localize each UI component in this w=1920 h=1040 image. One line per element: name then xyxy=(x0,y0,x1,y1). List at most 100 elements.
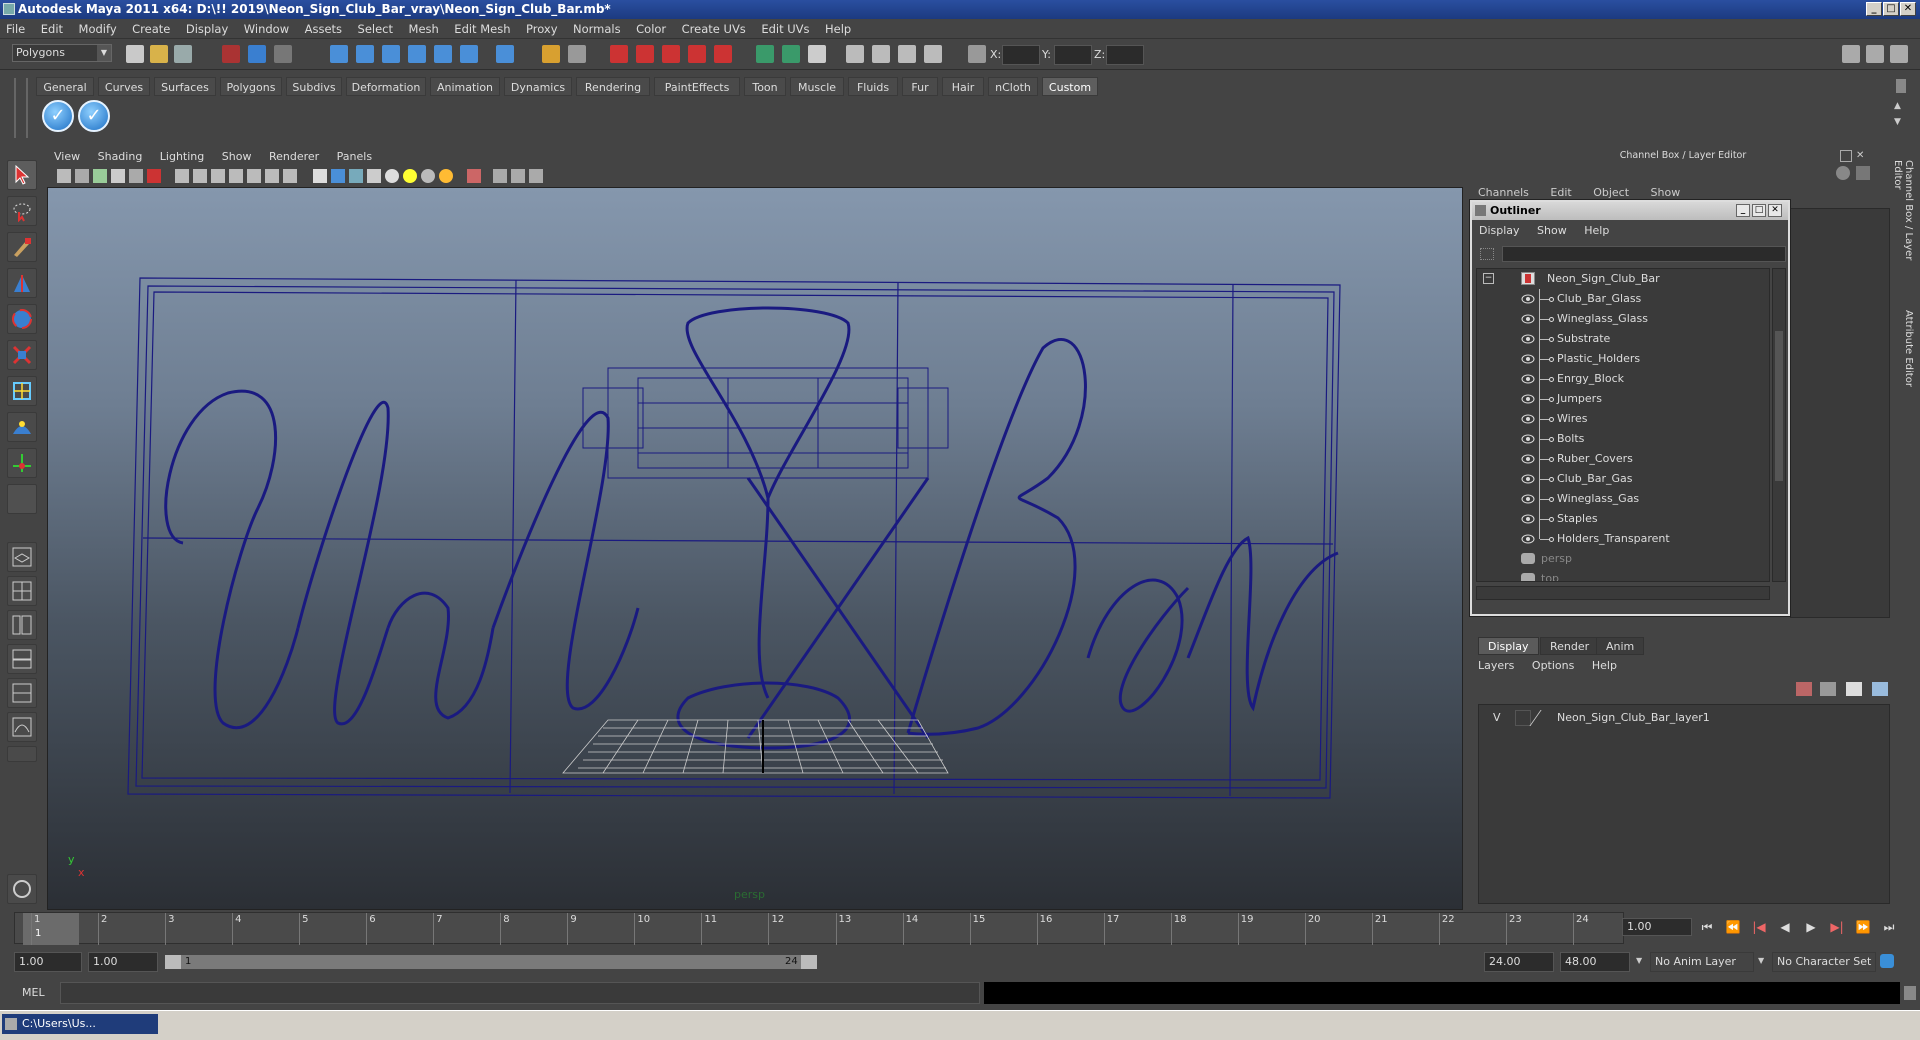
layer-tab-display[interactable]: Display xyxy=(1478,637,1539,655)
render-view-icon[interactable] xyxy=(756,45,774,63)
select-hierarchy-icon[interactable] xyxy=(222,45,240,63)
menu-select[interactable]: Select xyxy=(352,19,399,39)
grease-pencil-icon[interactable] xyxy=(147,169,161,183)
rotate-tool[interactable] xyxy=(7,304,37,334)
camera-attributes-icon[interactable] xyxy=(75,169,89,183)
select-tool[interactable] xyxy=(7,160,37,190)
outliner-item-child[interactable]: Wineglass_Gas xyxy=(1477,489,1769,509)
layout-graph-editor-icon[interactable] xyxy=(7,712,37,742)
layer-visibility-toggle[interactable]: V xyxy=(1493,711,1501,724)
auto-key-icon[interactable] xyxy=(1880,954,1894,968)
shelf-tab-toon[interactable]: Toon xyxy=(744,77,786,96)
make-live-icon[interactable] xyxy=(460,45,478,63)
shelf-check-button-2[interactable]: ✓ xyxy=(78,100,110,132)
step-back-key-button[interactable]: ⏪ xyxy=(1724,919,1742,935)
show-tool-settings-icon[interactable] xyxy=(1866,45,1884,63)
perspective-viewport[interactable]: y x persp xyxy=(47,187,1463,910)
menu-window[interactable]: Window xyxy=(238,19,295,39)
shelf-tab-surfaces[interactable]: Surfaces xyxy=(154,77,216,96)
input-line-icon[interactable] xyxy=(808,45,826,63)
layout-four-view-icon[interactable] xyxy=(7,576,37,606)
shelf-menu-icon[interactable] xyxy=(1896,79,1906,93)
safe-title-icon[interactable] xyxy=(283,169,297,183)
outliner-item-child[interactable]: Wineglass_Glass xyxy=(1477,309,1769,329)
shelf-tab-deformation[interactable]: Deformation xyxy=(346,77,426,96)
anim-layer-chevron-icon[interactable]: ▼ xyxy=(1636,956,1642,965)
grid-toggle-icon[interactable] xyxy=(175,169,189,183)
render-frame-icon[interactable] xyxy=(636,45,654,63)
menu-display[interactable]: Display xyxy=(180,19,234,39)
outliner-item-camera[interactable]: persp xyxy=(1477,549,1769,569)
play-backwards-button[interactable]: ◀ xyxy=(1776,919,1794,935)
snap-point-icon[interactable] xyxy=(382,45,400,63)
mel-command-input[interactable] xyxy=(60,982,980,1004)
script-editor-icon[interactable] xyxy=(1904,986,1916,1000)
channel-box-menu-edit[interactable]: Edit xyxy=(1550,186,1571,199)
show-attribute-editor-icon[interactable] xyxy=(1842,45,1860,63)
layer-menu-options[interactable]: Options xyxy=(1532,659,1574,672)
menu-help[interactable]: Help xyxy=(819,19,857,39)
x-input[interactable] xyxy=(1002,45,1040,65)
ipr-render-icon[interactable] xyxy=(662,45,680,63)
minimize-button[interactable]: _ xyxy=(1866,2,1882,16)
resolution-gate-icon[interactable] xyxy=(898,45,916,63)
outliner-horizontal-scrollbar[interactable] xyxy=(1476,586,1770,600)
field-chart-icon[interactable] xyxy=(247,169,261,183)
outliner-item-child[interactable]: Holders_Transparent xyxy=(1477,529,1769,549)
menu-create-uvs[interactable]: Create UVs xyxy=(676,19,752,39)
menu-normals[interactable]: Normals xyxy=(567,19,627,39)
shelf-tab-animation[interactable]: Animation xyxy=(430,77,500,96)
viewport-menu-panels[interactable]: Panels xyxy=(330,148,379,166)
viewport-menu-show[interactable]: Show xyxy=(215,148,259,166)
save-scene-icon[interactable] xyxy=(174,45,192,63)
outliner-item-camera[interactable]: top xyxy=(1477,569,1769,581)
animation-end-field[interactable]: 48.00 xyxy=(1560,952,1630,972)
chevron-down-icon[interactable]: ▼ xyxy=(97,45,111,61)
menu-edit-mesh[interactable]: Edit Mesh xyxy=(448,19,516,39)
outliner-item-child[interactable]: Substrate xyxy=(1477,329,1769,349)
menu-mesh[interactable]: Mesh xyxy=(403,19,445,39)
outliner-item-child[interactable]: Ruber_Covers xyxy=(1477,449,1769,469)
shelf-tab-polygons[interactable]: Polygons xyxy=(220,77,282,96)
outliner-title-bar[interactable]: Outliner _ □ ✕ xyxy=(1472,202,1788,220)
outliner-item-child[interactable]: Staples xyxy=(1477,509,1769,529)
layout-menu-icon[interactable] xyxy=(7,746,37,762)
outliner-close-button[interactable]: ✕ xyxy=(1768,204,1782,217)
channel-box-menu-channels[interactable]: Channels xyxy=(1478,186,1529,199)
range-slider-end-handle[interactable] xyxy=(801,955,817,969)
lock-icon[interactable] xyxy=(542,45,560,63)
snap-surface-icon[interactable] xyxy=(434,45,452,63)
hypershade-icon[interactable] xyxy=(714,45,732,63)
all-lights-icon[interactable] xyxy=(403,169,417,183)
snap-plane-icon[interactable] xyxy=(408,45,426,63)
textured-icon[interactable] xyxy=(367,169,381,183)
layer-menu-help[interactable]: Help xyxy=(1592,659,1617,672)
shelf-scroll-up-icon[interactable]: ▲ xyxy=(1894,101,1906,111)
outliner-menu-display[interactable]: Display xyxy=(1472,222,1527,240)
image-plane-icon[interactable] xyxy=(111,169,125,183)
layout-hypershade-icon[interactable] xyxy=(7,678,37,708)
isolate-select-icon[interactable] xyxy=(467,169,481,183)
move-tool[interactable] xyxy=(7,268,37,298)
move-layer-up-icon[interactable] xyxy=(1846,682,1862,696)
character-set-dropdown[interactable]: No Character Set xyxy=(1772,952,1876,972)
show-channel-box-icon[interactable] xyxy=(1890,45,1908,63)
character-set-chevron-icon[interactable]: ▼ xyxy=(1758,956,1764,965)
anim-layer-dropdown[interactable]: No Anim Layer xyxy=(1650,952,1754,972)
select-camera-icon[interactable] xyxy=(57,169,71,183)
flat-lighting-icon[interactable] xyxy=(439,169,453,183)
side-tab-attribute-editor[interactable]: Attribute Editor xyxy=(1898,310,1914,400)
shelf-scroll-down-icon[interactable]: ▼ xyxy=(1894,117,1906,127)
shelf-tab-subdivs[interactable]: Subdivs xyxy=(286,77,342,96)
menu-edit-uvs[interactable]: Edit UVs xyxy=(755,19,815,39)
shelf-check-button-1[interactable]: ✓ xyxy=(42,100,74,132)
channel-box-manipulator-icon[interactable] xyxy=(1856,166,1870,180)
y-input[interactable] xyxy=(1054,45,1092,65)
shelf-tab-muscle[interactable]: Muscle xyxy=(790,77,844,96)
absolute-transform-icon[interactable] xyxy=(968,45,986,63)
shadows-icon[interactable] xyxy=(421,169,435,183)
universal-manipulator-tool[interactable] xyxy=(7,376,37,406)
shelf-tab-custom[interactable]: Custom xyxy=(1042,77,1098,96)
outliner-menu-help[interactable]: Help xyxy=(1577,222,1616,240)
construction-history-icon[interactable] xyxy=(610,45,628,63)
